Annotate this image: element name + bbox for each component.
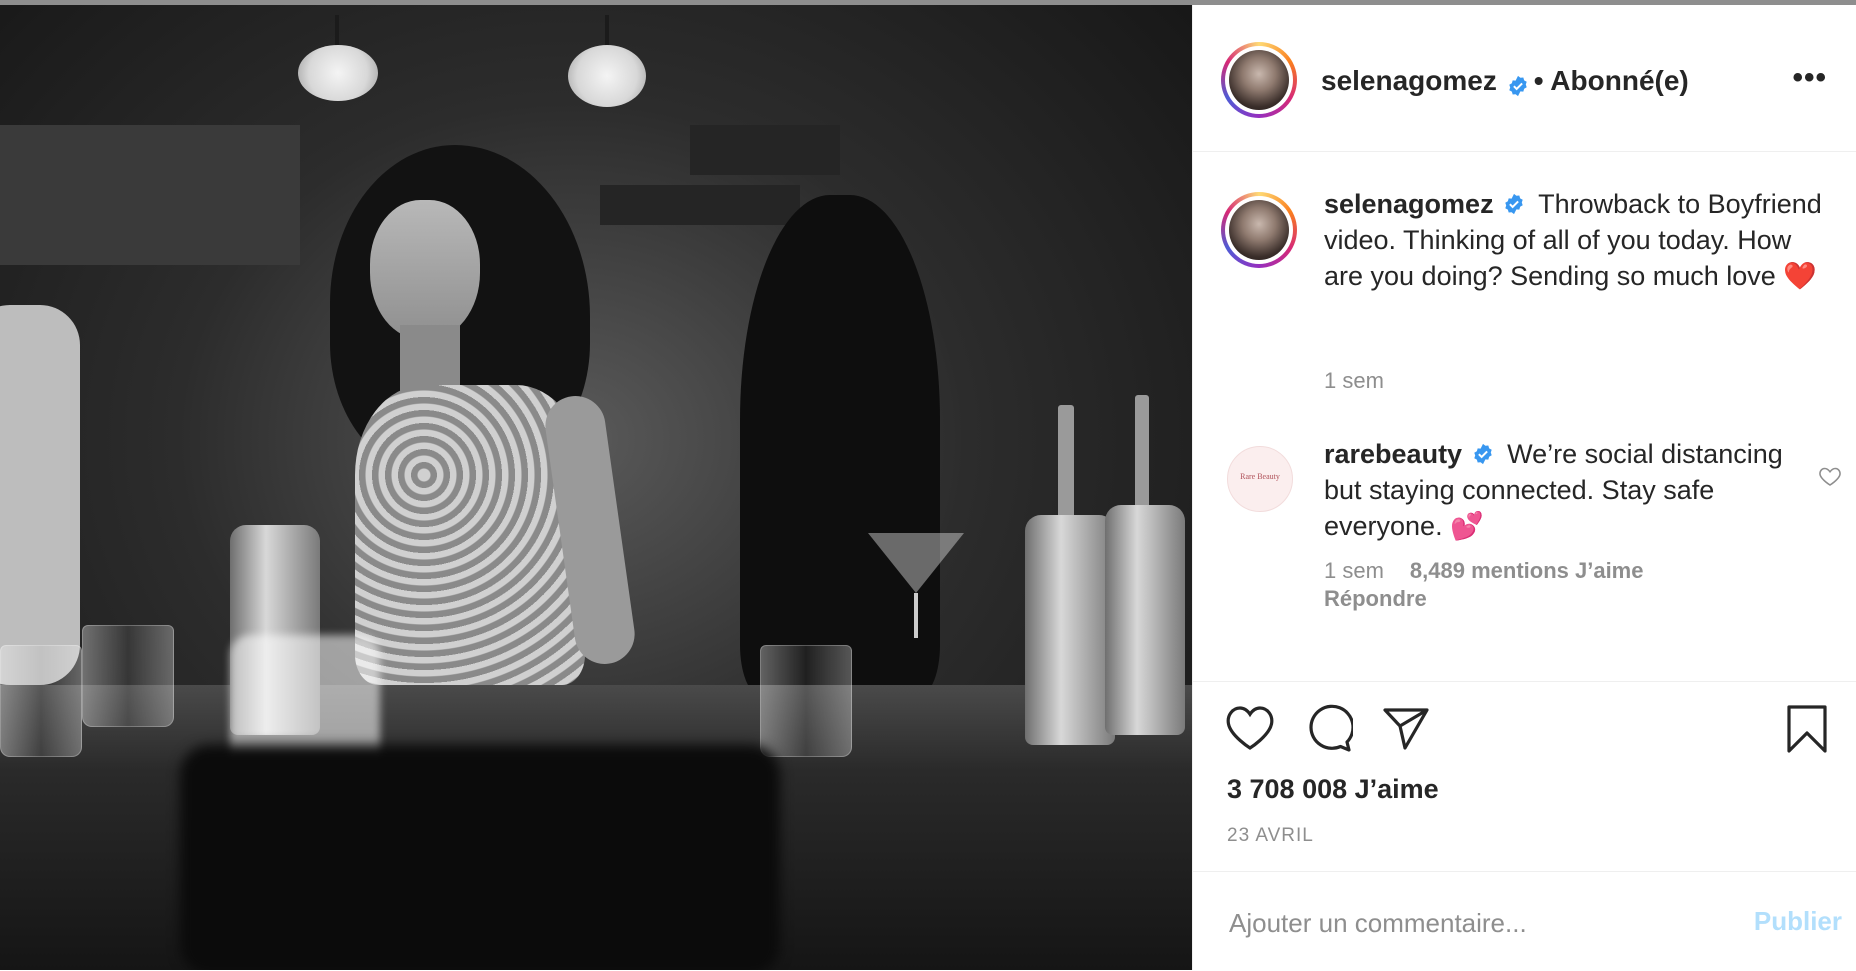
- photo-martini-glass: [868, 533, 964, 593]
- post-photo[interactable]: [0, 5, 1192, 970]
- photo-wall-panel: [0, 125, 300, 265]
- heart-icon[interactable]: [1225, 704, 1275, 752]
- author-avatar-border: [1225, 46, 1293, 114]
- verified-badge-icon: [1505, 193, 1523, 214]
- photo-woman-face: [370, 200, 480, 340]
- comment-input[interactable]: [1227, 902, 1711, 944]
- comment-meta: 1 sem 8,489 mentions J’aime: [1324, 558, 1643, 584]
- author-avatar[interactable]: [1221, 42, 1297, 118]
- add-comment-bar: Publier: [1193, 871, 1856, 971]
- caption-avatar[interactable]: [1221, 192, 1297, 268]
- caption-time[interactable]: 1 sem: [1324, 368, 1384, 394]
- comment-time[interactable]: 1 sem: [1324, 558, 1384, 583]
- publish-button[interactable]: Publier: [1754, 906, 1842, 937]
- post-header: selenagomez • Abonné(e) •••: [1193, 5, 1856, 152]
- more-icon[interactable]: •••: [1792, 61, 1827, 95]
- header-username[interactable]: selenagomez: [1321, 65, 1497, 96]
- verified-badge-icon: [1509, 75, 1528, 96]
- likes-count[interactable]: 3 708 008 J’aime: [1227, 774, 1439, 805]
- comment-avatar-logo: Rare Beauty: [1240, 472, 1280, 481]
- post-date[interactable]: 23 AVRIL: [1227, 825, 1314, 847]
- bookmark-icon[interactable]: [1785, 704, 1829, 754]
- comment-likes[interactable]: 8,489 mentions J’aime: [1410, 558, 1644, 583]
- comment-text-block: rarebeauty We’re social distancing but s…: [1324, 436, 1824, 544]
- instagram-post: selenagomez • Abonné(e) ••• selenagomez: [0, 0, 1856, 970]
- action-bar: 3 708 008 J’aime 23 AVRIL: [1193, 681, 1856, 872]
- photo-foreground-blur: [180, 745, 780, 970]
- caption-avatar-border: [1225, 196, 1293, 264]
- photo-lamp-2: [568, 45, 646, 107]
- photo-silhouette: [740, 195, 940, 695]
- photo-person-left: [0, 305, 80, 685]
- photo-glass-3: [760, 645, 852, 757]
- comment-avatar[interactable]: Rare Beauty: [1227, 446, 1293, 512]
- comment-username[interactable]: rarebeauty: [1324, 439, 1462, 469]
- comment-icon[interactable]: [1303, 704, 1353, 752]
- photo-lamp-1: [298, 45, 378, 101]
- caption-avatar-image: [1229, 200, 1289, 260]
- photo-glass-1: [82, 625, 174, 727]
- photo-shelf: [690, 125, 840, 175]
- verified-badge-icon: [1473, 443, 1492, 464]
- follow-status[interactable]: • Abonné(e): [1534, 65, 1689, 96]
- comment-heart-icon[interactable]: [1818, 464, 1842, 488]
- photo-bottle-1: [1025, 515, 1115, 745]
- photo-glass-2: [0, 645, 82, 757]
- photo-bottle-2: [1105, 505, 1185, 735]
- caption-username[interactable]: selenagomez: [1324, 189, 1494, 219]
- comments-section: selenagomez Throwback to Boyfriend video…: [1193, 152, 1856, 680]
- header-author-line: selenagomez • Abonné(e): [1321, 65, 1689, 97]
- author-avatar-image: [1229, 50, 1289, 110]
- photo-shelf-2: [600, 185, 800, 225]
- share-icon[interactable]: [1381, 704, 1431, 752]
- post-side-panel: selenagomez • Abonné(e) ••• selenagomez: [1192, 5, 1856, 970]
- photo-bottle-neck-1: [1058, 405, 1074, 525]
- caption-text-block: selenagomez Throwback to Boyfriend video…: [1324, 186, 1824, 294]
- reply-button[interactable]: Répondre: [1324, 586, 1427, 612]
- photo-martini-stem: [914, 593, 918, 638]
